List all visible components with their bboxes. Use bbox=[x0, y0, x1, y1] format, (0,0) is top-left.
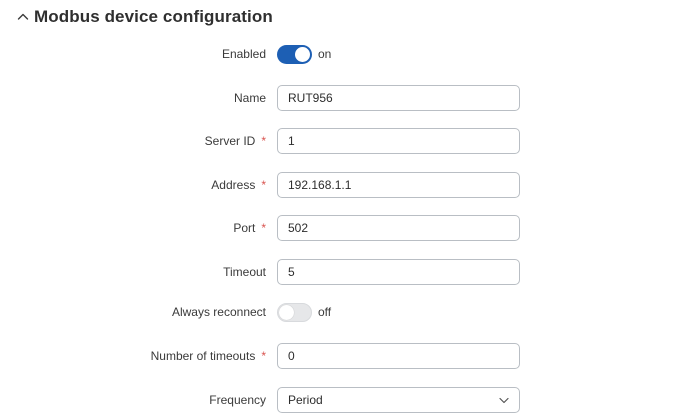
always-reconnect-toggle[interactable] bbox=[277, 303, 312, 322]
address-label: Address * bbox=[211, 178, 266, 192]
name-label: Name bbox=[233, 91, 266, 105]
number-of-timeouts-label: Number of timeouts * bbox=[150, 349, 266, 363]
always-reconnect-state-text: off bbox=[318, 305, 332, 319]
section-header[interactable]: Modbus device configuration bbox=[14, 4, 273, 30]
server-id-row: Server ID * bbox=[0, 128, 690, 154]
frequency-row: Frequency Period bbox=[0, 387, 690, 413]
port-row: Port * bbox=[0, 215, 690, 241]
toggle-knob bbox=[279, 305, 294, 320]
always-reconnect-row: Always reconnect off bbox=[0, 299, 690, 325]
enabled-state-text: on bbox=[318, 47, 332, 61]
chevron-down-icon bbox=[499, 397, 509, 404]
frequency-selected-value: Period bbox=[288, 393, 323, 407]
enabled-toggle[interactable] bbox=[277, 45, 312, 64]
required-mark: * bbox=[261, 178, 266, 192]
required-mark: * bbox=[261, 349, 266, 363]
section-title: Modbus device configuration bbox=[34, 7, 273, 26]
chevron-up-icon[interactable] bbox=[14, 8, 32, 26]
timeout-label: Timeout bbox=[223, 265, 266, 279]
port-input[interactable] bbox=[277, 215, 520, 241]
toggle-knob bbox=[295, 47, 310, 62]
required-mark: * bbox=[261, 134, 266, 148]
name-input[interactable] bbox=[277, 85, 520, 111]
server-id-label: Server ID * bbox=[204, 134, 266, 148]
address-input[interactable] bbox=[277, 172, 520, 198]
required-mark: * bbox=[261, 221, 266, 235]
server-id-input[interactable] bbox=[277, 128, 520, 154]
port-label: Port * bbox=[233, 221, 266, 235]
always-reconnect-label: Always reconnect bbox=[171, 305, 266, 319]
frequency-label: Frequency bbox=[209, 393, 266, 407]
address-row: Address * bbox=[0, 172, 690, 198]
frequency-select[interactable]: Period bbox=[277, 387, 520, 413]
timeout-input[interactable] bbox=[277, 259, 520, 285]
timeout-row: Timeout bbox=[0, 259, 690, 285]
number-of-timeouts-row: Number of timeouts * bbox=[0, 343, 690, 369]
enabled-label: Enabled bbox=[221, 47, 266, 61]
enabled-row: Enabled on bbox=[0, 41, 690, 67]
number-of-timeouts-input[interactable] bbox=[277, 343, 520, 369]
name-row: Name bbox=[0, 85, 690, 111]
